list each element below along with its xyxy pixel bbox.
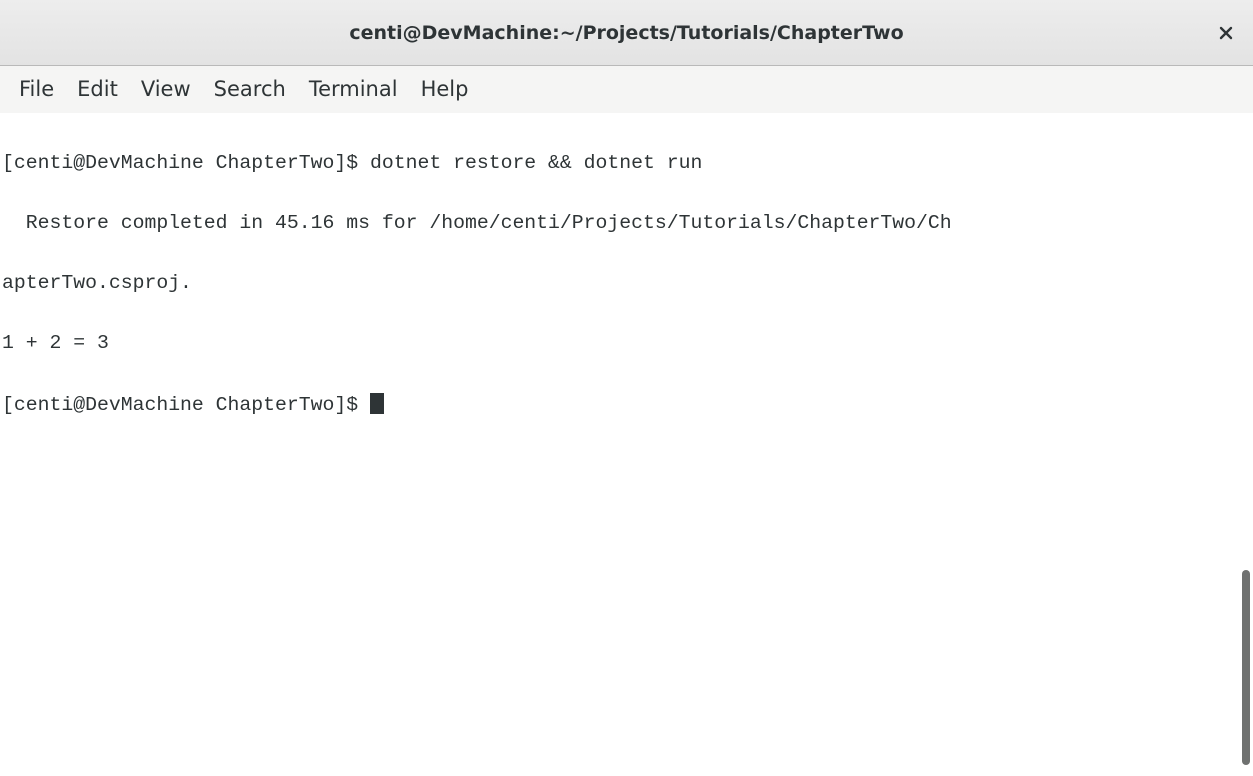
terminal-line: 1 + 2 = 3 (2, 332, 109, 354)
terminal-output[interactable]: [centi@DevMachine ChapterTwo]$ dotnet re… (0, 113, 1238, 776)
terminal-line: Restore completed in 45.16 ms for /home/… (2, 212, 952, 234)
text-cursor (370, 393, 384, 414)
terminal-line: apterTwo.csproj. (2, 272, 192, 294)
menu-edit[interactable]: Edit (77, 66, 118, 113)
prompt-line: [centi@DevMachine ChapterTwo]$ (2, 393, 1238, 416)
shell-prompt: [centi@DevMachine ChapterTwo]$ (2, 394, 370, 416)
scrollbar-thumb[interactable] (1242, 570, 1250, 765)
terminal-window: centi@DevMachine:~/Projects/Tutorials/Ch… (0, 0, 1253, 776)
menu-help[interactable]: Help (421, 66, 469, 113)
menu-file[interactable]: File (19, 66, 54, 113)
window-title: centi@DevMachine:~/Projects/Tutorials/Ch… (349, 22, 904, 44)
title-bar[interactable]: centi@DevMachine:~/Projects/Tutorials/Ch… (0, 0, 1253, 66)
close-icon (1219, 26, 1233, 40)
terminal-line: [centi@DevMachine ChapterTwo]$ dotnet re… (2, 152, 703, 174)
close-button[interactable] (1211, 18, 1241, 48)
menu-search[interactable]: Search (214, 66, 286, 113)
menu-view[interactable]: View (141, 66, 191, 113)
scrollbar[interactable] (1238, 113, 1253, 776)
menu-terminal[interactable]: Terminal (309, 66, 398, 113)
menu-bar: File Edit View Search Terminal Help (0, 66, 1253, 113)
